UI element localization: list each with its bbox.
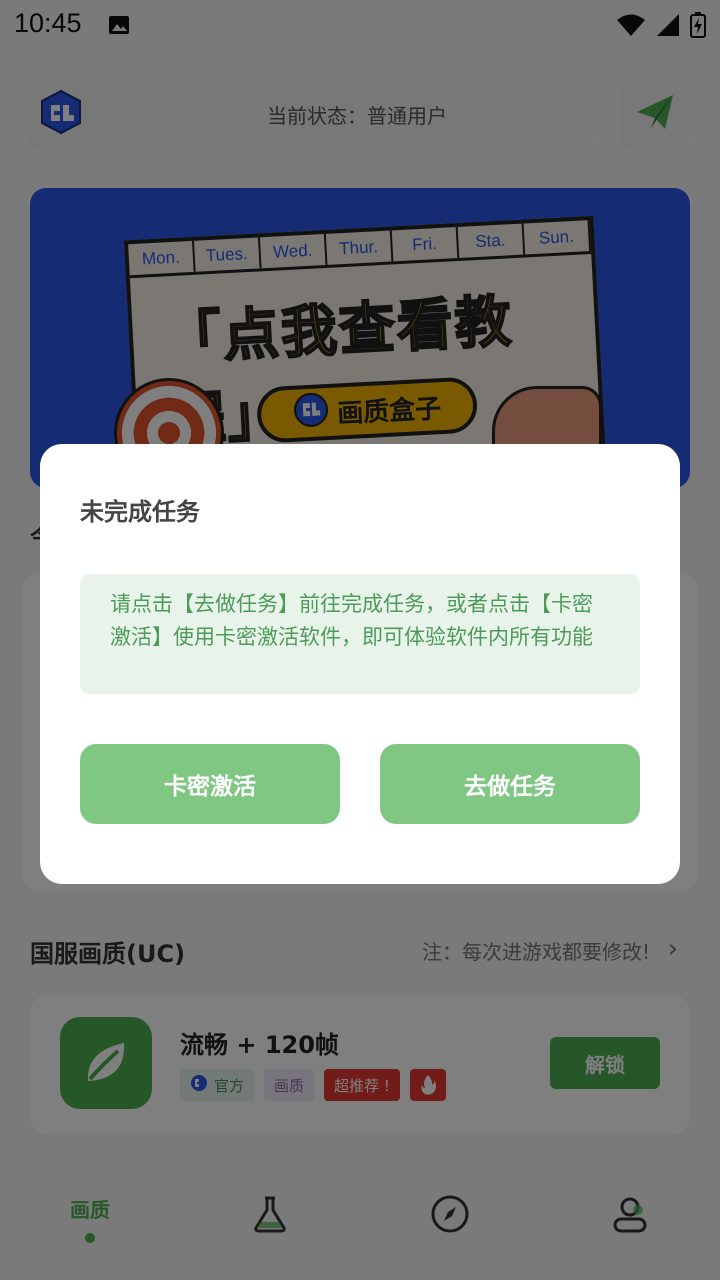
dialog-title: 未完成任务 <box>80 498 200 526</box>
dialog-message: 请点击【去做任务】前往完成任务，或者点击【卡密激活】使用卡密激活软件，即可体验软… <box>80 574 640 694</box>
activate-card-button[interactable]: 卡密激活 <box>80 744 340 824</box>
task-incomplete-dialog: 未完成任务 请点击【去做任务】前往完成任务，或者点击【卡密激活】使用卡密激活软件… <box>40 444 680 884</box>
do-task-button[interactable]: 去做任务 <box>380 744 640 824</box>
